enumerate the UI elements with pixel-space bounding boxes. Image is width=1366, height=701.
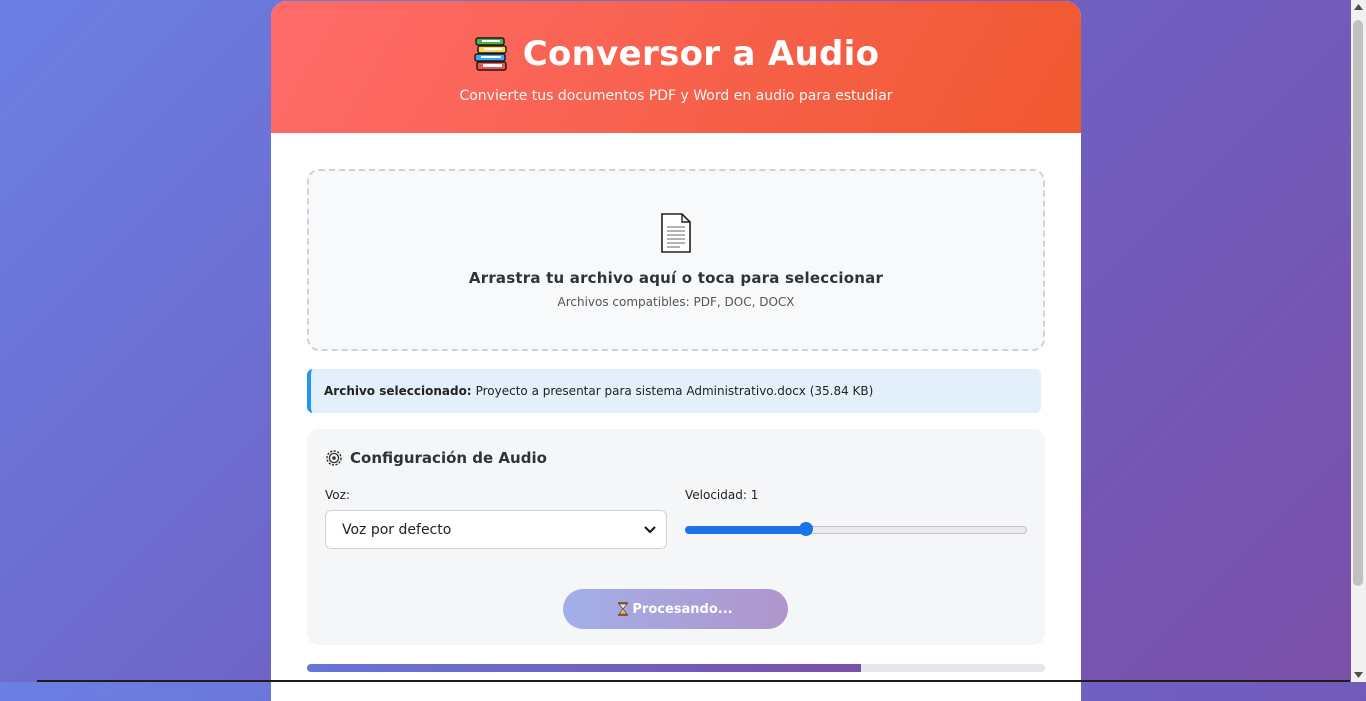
voice-select-value: Voz por defecto <box>342 521 452 538</box>
speed-slider-fill <box>685 526 807 534</box>
title-row: Conversor a Audio <box>271 1 1081 74</box>
voice-select[interactable]: Voz por defecto <box>325 510 667 549</box>
hourglass-icon <box>618 602 629 616</box>
voice-label: Voz: <box>325 488 350 502</box>
audio-config-panel: Configuración de Audio Voz: Voz por defe… <box>307 429 1045 645</box>
selected-file-info: Archivo seleccionado: Proyecto a present… <box>307 369 1041 413</box>
selected-file-label: Archivo seleccionado: <box>324 384 472 398</box>
progress-bar <box>307 664 1045 672</box>
speed-slider[interactable] <box>685 521 1027 537</box>
chevron-down-icon <box>644 526 656 534</box>
process-button[interactable]: Procesando... <box>563 589 788 629</box>
selected-file-value: Proyecto a presentar para sistema Admini… <box>475 384 874 398</box>
page-subtitle: Convierte tus documentos PDF y Word en a… <box>459 88 893 104</box>
scrollbar-thumb[interactable] <box>1353 20 1363 586</box>
header: Conversor a Audio Convierte tus document… <box>271 1 1081 133</box>
scroll-down-arrow-icon[interactable] <box>1354 672 1363 678</box>
process-button-label: Procesando... <box>632 601 733 617</box>
page-scrollbar[interactable] <box>1351 0 1366 682</box>
scroll-up-arrow-icon[interactable] <box>1354 4 1363 10</box>
dropzone-formats: Archivos compatibles: PDF, DOC, DOCX <box>557 295 795 309</box>
config-heading: Configuración de Audio <box>325 449 547 467</box>
speed-label: Velocidad: 1 <box>685 488 759 502</box>
books-icon <box>474 37 507 71</box>
progress-bar-fill <box>307 664 861 672</box>
config-title: Configuración de Audio <box>350 449 547 467</box>
dropzone-instruction: Arrastra tu archivo aquí o toca para sel… <box>468 269 884 287</box>
document-icon <box>661 213 691 253</box>
gear-icon <box>326 450 342 466</box>
file-dropzone[interactable]: Arrastra tu archivo aquí o toca para sel… <box>307 169 1045 351</box>
converter-card: Conversor a Audio Convierte tus document… <box>271 1 1081 701</box>
page-title: Conversor a Audio <box>522 34 880 74</box>
